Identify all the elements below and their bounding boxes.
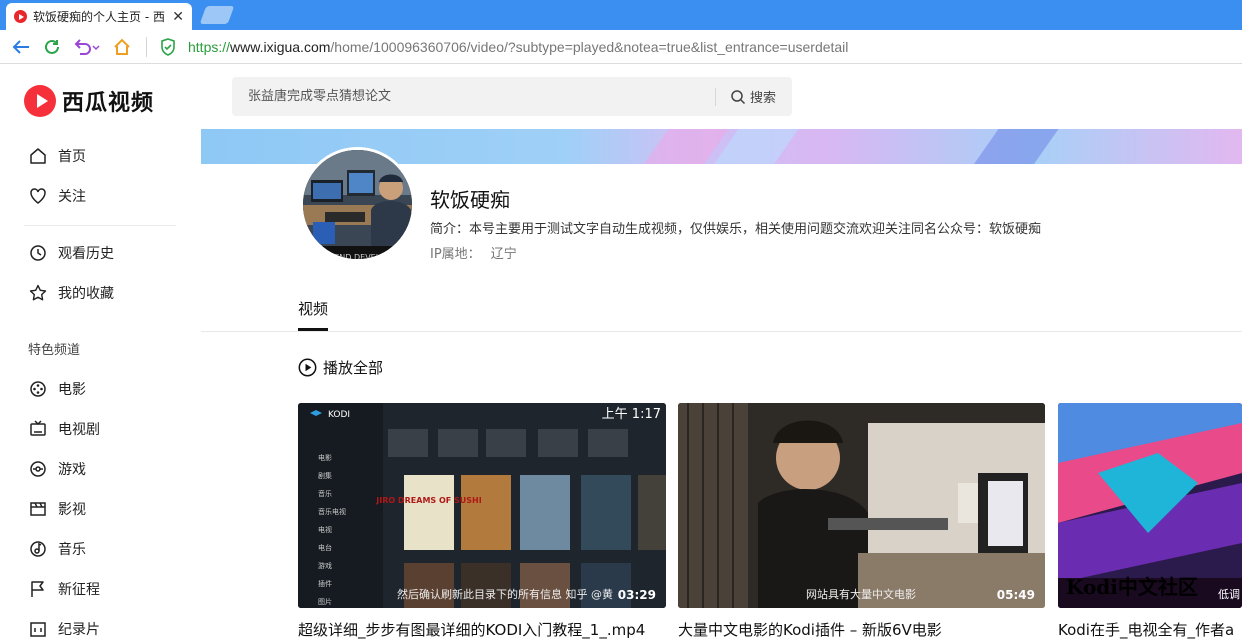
profile-bio: 简介：本号主要用于测试文字自动生成视频，仅供娱乐，相关使用问题交流欢迎关注同名公… [430,222,1042,237]
heart-icon [28,186,48,206]
profile-ip-location: IP属地： 辽宁 [430,243,517,262]
sidebar-item-follow[interactable]: 关注 [28,186,86,206]
video-title[interactable]: Kodi在手_电视全有_作者a [1058,619,1242,640]
sidebar-divider [24,225,176,226]
video-title[interactable]: 大量中文电影的Kodi插件 – 新版6V电影 [678,619,1045,640]
video-overlay-text: Kodi中文社区 [1066,575,1198,599]
undo-icon[interactable] [72,36,102,58]
sidebar-item-label: 音乐 [58,542,86,558]
sidebar-section-title: 特色频道 [28,343,81,358]
star-icon [28,283,48,303]
sidebar-item-label: 新征程 [58,582,100,598]
home-icon [28,146,48,166]
sidebar-item-new-journey[interactable]: 新征程 [28,579,100,599]
video-card[interactable]: Kodi中文社区 低调 Kodi在手_电视全有_作者a [1058,403,1242,640]
music-icon [28,539,48,559]
video-title[interactable]: 超级详细_步步有图最详细的KODI入门教程_1_.mp4 [298,619,666,640]
url-text[interactable]: https://www.ixigua.com/home/100096360706… [188,39,848,55]
flag-icon [28,579,48,599]
secure-shield-icon[interactable] [157,36,179,58]
search-bar: 搜索 [232,77,792,116]
sidebar-item-documentary[interactable]: 纪录片 [28,619,100,639]
avatar[interactable]: KEND DEVELOP [300,147,415,262]
kodi-menu-item: 剧集 [318,471,332,480]
tab-video[interactable]: 视频 [298,298,329,331]
avatar-caption: KEND DEVELOP [329,253,391,262]
kodi-menu-item: 电视 [318,525,332,534]
address-toolbar: https://www.ixigua.com/home/100096360706… [0,30,1242,64]
sidebar-item-label: 游戏 [58,462,86,478]
ip-label: IP属地： [430,247,481,262]
play-all-label: 播放全部 [323,359,384,377]
tab-title: 软饭硬痴的个人主页 - 西 [33,10,165,24]
search-button[interactable]: 搜索 [716,77,792,116]
ip-value: 辽宁 [490,247,517,262]
video-duration: 03:29 [617,588,656,602]
kodi-menu-item: 游戏 [318,561,332,570]
new-tab-button[interactable] [199,6,235,24]
search-button-label: 搜索 [749,91,776,106]
kodi-clock: 上午 1:17 [602,407,661,422]
sidebar-item-movies[interactable]: 电影 [28,379,86,399]
search-icon [731,89,746,104]
refresh-icon[interactable] [41,36,63,58]
sidebar-item-favorites[interactable]: 我的收藏 [28,283,114,303]
kodi-menu-item: 插件 [318,579,332,588]
xigua-play-logo-icon [24,85,56,117]
sidebar-item-label: 电影 [58,382,86,398]
browser-tab[interactable]: 软饭硬痴的个人主页 - 西 ✕ [6,3,192,30]
logo-text: 西瓜视频 [62,91,155,116]
left-sidebar: 西瓜视频 首页 关注 观看历史 我的收藏 特色频道 电影 电视剧 游戏 影视 音… [0,65,201,638]
sidebar-item-label: 电视剧 [58,422,100,438]
sidebar-item-history[interactable]: 观看历史 [28,243,114,263]
video-caption: 低调 [1218,588,1240,601]
sidebar-item-music[interactable]: 音乐 [28,539,86,559]
kodi-menu-item: 图片 [318,597,332,606]
kodi-menu-item: 音乐 [318,489,332,498]
search-input[interactable] [232,77,715,116]
sidebar-item-label: 我的收藏 [58,286,114,302]
xigua-favicon-icon [14,10,27,23]
sidebar-item-label: 纪录片 [58,622,100,638]
sidebar-item-label: 关注 [58,189,86,205]
video-card[interactable]: 网站具有大量中文电影 05:49 大量中文电影的Kodi插件 – 新版6V电影 [678,403,1045,640]
video-card[interactable]: KODI 上午 1:17 电影 剧集 音乐 音乐电视 电视 电台 游戏 插件 图… [298,403,666,640]
sidebar-item-tv-series[interactable]: 电视剧 [28,419,100,439]
kodi-menu-item: 电影 [318,453,332,462]
xigua-logo[interactable]: 西瓜视频 [24,85,154,117]
kodi-menu-item: 音乐电视 [318,507,346,516]
poster-label: JIRO DREAMS OF SUSHI [375,496,481,505]
sidebar-item-label: 观看历史 [58,246,114,262]
video-thumbnail[interactable]: 网站具有大量中文电影 05:49 [678,403,1045,608]
film-reel-icon [28,379,48,399]
sidebar-item-film-tv[interactable]: 影视 [28,499,86,519]
documentary-icon [28,619,48,639]
play-circle-icon [298,358,317,377]
video-caption: 网站具有大量中文电影 [806,588,916,601]
tabs-underline-divider [201,331,1242,332]
profile-name: 软饭硬痴 [430,188,510,212]
home-page-icon[interactable] [111,36,133,58]
tv-icon [28,419,48,439]
close-tab-icon[interactable]: ✕ [172,9,184,25]
kodi-label: KODI [328,410,350,420]
video-duration: 05:49 [996,588,1035,602]
video-thumbnail[interactable]: KODI 上午 1:17 电影 剧集 音乐 音乐电视 电视 电台 游戏 插件 图… [298,403,666,608]
back-arrow-icon[interactable] [10,36,32,58]
sidebar-item-label: 影视 [58,502,86,518]
clapper-icon [28,499,48,519]
browser-tab-bar: 软饭硬痴的个人主页 - 西 ✕ [0,0,1242,30]
sidebar-item-home[interactable]: 首页 [28,146,86,166]
play-all-button[interactable]: 播放全部 [298,357,383,378]
sidebar-item-label: 首页 [58,149,86,165]
toolbar-divider [146,36,147,57]
video-thumbnail[interactable]: Kodi中文社区 低调 [1058,403,1242,608]
gamepad-icon [28,459,48,479]
sidebar-item-games[interactable]: 游戏 [28,459,86,479]
kodi-menu-item: 电台 [318,543,332,552]
clock-icon [28,243,48,263]
banner-decoration [949,129,1073,164]
video-caption: 然后确认刷新此目录下的所有信息 知乎 @黄 [397,588,613,601]
